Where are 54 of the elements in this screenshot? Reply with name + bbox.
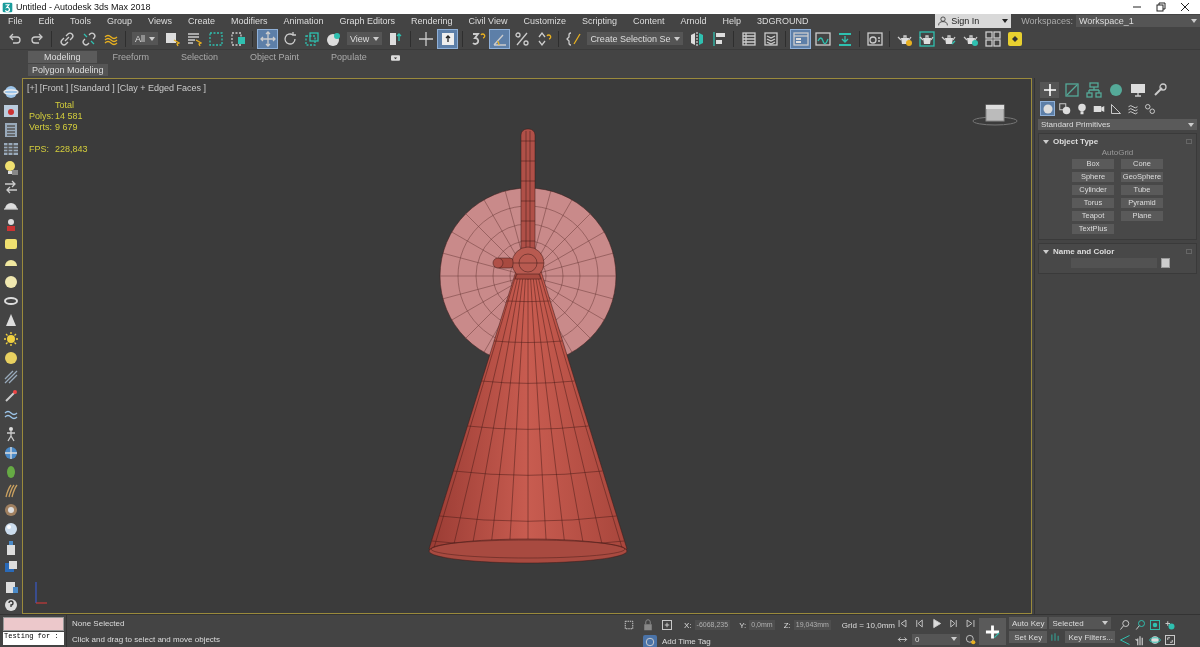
ribbon-tab[interactable]: Selection	[165, 51, 235, 63]
axis-label: Z:	[783, 620, 791, 630]
menu-item[interactable]: 3DGROUND	[749, 16, 817, 26]
fps-label: FPS:	[29, 144, 50, 154]
viewport[interactable]: [+] [Front ] [Standard ] [Clay + Edged Faces ] Total Polys: 14 581 Verts: 9 679 FPS: 228,843	[22, 78, 1032, 614]
menu-item[interactable]: Rendering	[403, 16, 461, 26]
menu-item[interactable]: Help	[714, 16, 749, 26]
ribbon-tab[interactable]: Modeling	[28, 51, 97, 63]
viewport-label[interactable]: [+] [Front ] [Standard ] [Clay + Edged Faces ]	[27, 83, 207, 93]
menu-item[interactable]: Tools	[62, 16, 100, 26]
menu-item[interactable]: Customize	[515, 16, 574, 26]
menu-item[interactable]: Animation	[275, 16, 332, 26]
stat-value: 14 581	[55, 111, 84, 121]
menu-item[interactable]: Views	[140, 16, 180, 26]
menu-item[interactable]: Group	[99, 16, 141, 26]
prompt-text: Click and drag to select and move objects	[72, 634, 222, 644]
menu-item[interactable]: Content	[624, 16, 673, 26]
axis-label: X:	[684, 620, 692, 630]
rollout-title[interactable]: Name and Color	[1053, 247, 1115, 256]
stat-label: Verts:	[29, 122, 53, 132]
rollout-title[interactable]: Object Type	[1053, 137, 1099, 146]
stat-value: 9 679	[55, 122, 79, 132]
window-title: Untitled - Autodesk 3ds Max 2018	[16, 2, 151, 12]
key-filters-button[interactable]: Key Filters...	[1065, 631, 1116, 643]
menu-item[interactable]: File	[0, 16, 31, 26]
menu-item[interactable]: Scripting	[573, 16, 625, 26]
toolbar-dropdown[interactable]: Create Selection Se	[587, 32, 684, 45]
axis-label: Y:	[739, 620, 747, 630]
selection-status: None Selected	[72, 618, 126, 628]
menu-item[interactable]: Arnold	[672, 16, 715, 26]
menu-item[interactable]: Civil View	[460, 16, 516, 26]
set-key-button[interactable]: Set Key	[1009, 631, 1048, 643]
toolbar-dropdown[interactable]: All	[132, 32, 158, 45]
auto-key-button[interactable]: Auto Key	[1009, 617, 1048, 629]
category-dropdown[interactable]: Standard Primitives	[1038, 119, 1197, 130]
stats-heading: Total	[55, 100, 75, 110]
ribbon-panel-label[interactable]: Polygon Modeling	[28, 63, 108, 76]
grid-size: Grid = 10,0mm	[841, 620, 895, 630]
sign-in-dropdown[interactable]: Sign In	[935, 14, 1012, 28]
menu-item[interactable]: Graph Editors	[331, 16, 403, 26]
menu-item[interactable]: Edit	[30, 16, 63, 26]
toolbar-dropdown[interactable]: View	[347, 32, 383, 45]
fps-value: 228,843	[55, 144, 88, 154]
stat-label: Polys:	[29, 111, 55, 121]
workspaces-label: Workspaces:	[1020, 16, 1074, 26]
menu-item[interactable]: Modifiers	[222, 16, 276, 26]
ribbon-tab[interactable]: Object Paint	[234, 51, 316, 63]
menu-item[interactable]: Create	[179, 16, 223, 26]
key-mode-dropdown[interactable]: Selected	[1049, 617, 1112, 629]
workspace-dropdown[interactable]: Workspace_1	[1076, 15, 1200, 27]
ribbon-tab[interactable]: Freeform	[96, 51, 166, 63]
frame-field[interactable]: 0	[912, 633, 960, 645]
time-tag-label[interactable]: Add Time Tag	[662, 637, 711, 646]
ribbon-tab[interactable]: Populate	[315, 51, 383, 63]
